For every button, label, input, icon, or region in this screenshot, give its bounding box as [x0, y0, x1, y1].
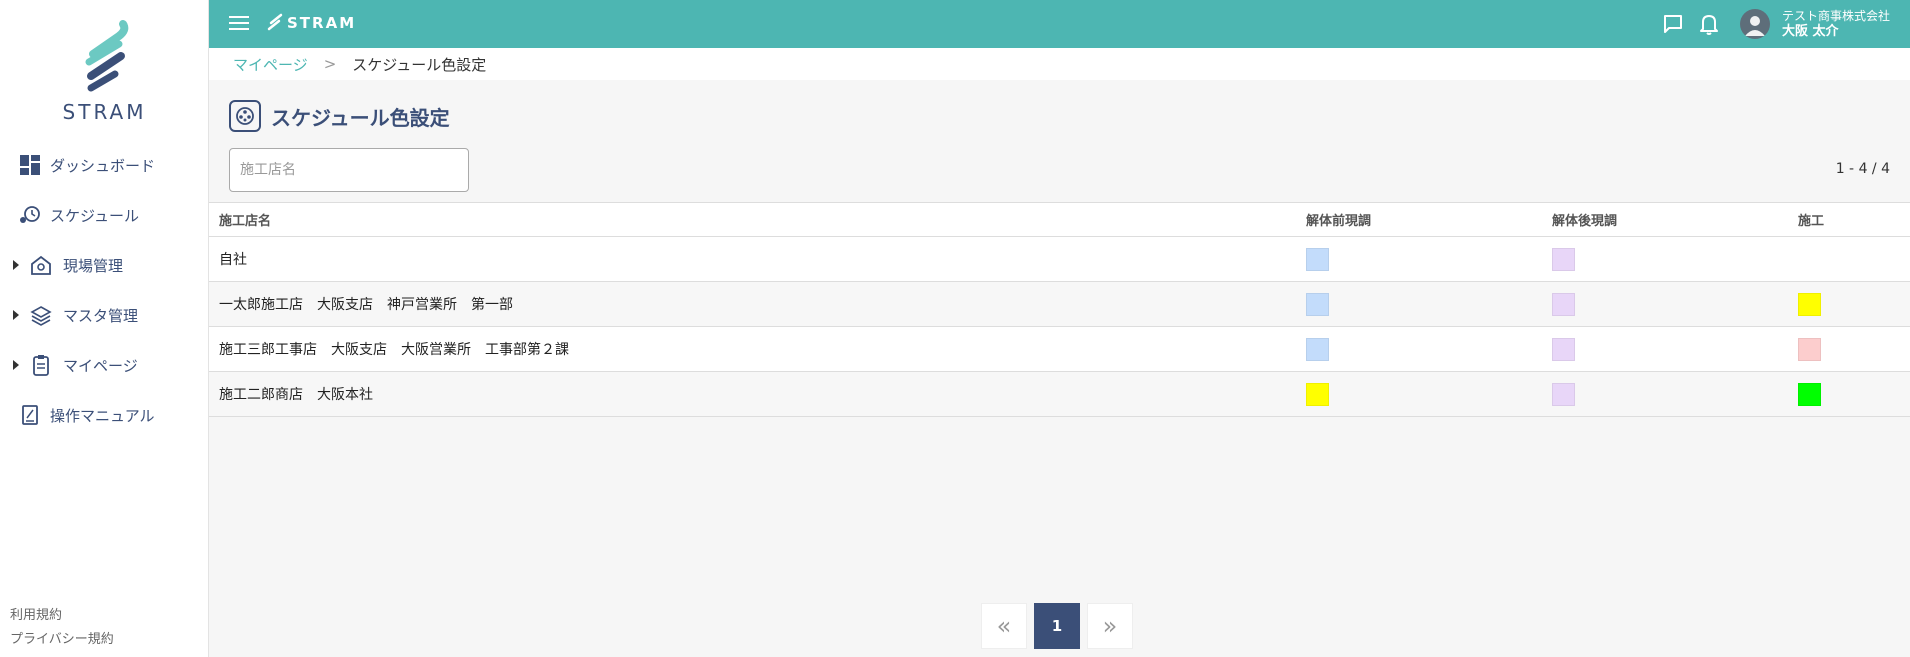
privacy-link[interactable]: プライバシー規約: [10, 628, 114, 652]
user-name: 大阪 太介: [1781, 24, 1839, 39]
column-header[interactable]: 施工店名: [209, 202, 1296, 237]
color-cell-after: [1542, 236, 1788, 282]
color-cell-before: [1296, 371, 1542, 417]
schedule-icon: [18, 203, 42, 227]
sidebar-item-label: 現場管理: [63, 256, 124, 275]
stram-logo-icon: [85, 20, 128, 92]
sidebar-logo[interactable]: STRAM: [0, 18, 209, 124]
company-name-cell: 一太郎施工店 大阪支店 神戸営業所 第一部: [209, 281, 1296, 327]
sidebar-item-label: マイページ: [63, 356, 138, 375]
color-cell-after: [1542, 371, 1788, 417]
sidebar: STRAM ダッシュボード スケジュール 現場管理 マスタ管理 マイページ 操作…: [0, 0, 209, 657]
sidebar-item-master-management[interactable]: マスタ管理: [0, 290, 209, 340]
layers-icon: [29, 303, 53, 327]
table-row[interactable]: 施工三郎工事店 大阪支店 大阪営業所 工事部第２課: [209, 326, 1910, 372]
sidebar-item-mypage[interactable]: マイページ: [0, 340, 209, 390]
breadcrumb: マイページ > スケジュール色設定: [209, 48, 1910, 80]
color-swatch[interactable]: [1552, 382, 1575, 406]
company-name-cell: 施工三郎工事店 大阪支店 大阪営業所 工事部第２課: [209, 326, 1296, 372]
color-swatch[interactable]: [1798, 337, 1821, 361]
caret-right-icon[interactable]: [13, 260, 19, 270]
caret-right-icon[interactable]: [13, 310, 19, 320]
sidebar-footer: 利用規約 プライバシー規約: [10, 604, 114, 652]
sidebar-item-manual[interactable]: 操作マニュアル: [0, 390, 209, 440]
company-name: テスト商事株式会社: [1781, 9, 1890, 23]
color-cell-before: [1296, 326, 1542, 372]
table-header-row: 施工店名 解体前現調 解体後現調 施工: [209, 202, 1910, 237]
next-page-button[interactable]: »: [1087, 603, 1133, 649]
menu-icon[interactable]: [229, 16, 249, 32]
top-header: STRAM テスト商事株式会社 大阪 太介: [209, 0, 1910, 48]
terms-link[interactable]: 利用規約: [10, 604, 114, 628]
page-title: スケジュール色設定: [271, 105, 450, 130]
column-header[interactable]: 施工: [1788, 202, 1910, 237]
manual-icon: [18, 403, 42, 427]
breadcrumb-current: スケジュール色設定: [352, 55, 487, 74]
color-cell-after: [1542, 281, 1788, 327]
stram-mark-icon: [267, 13, 283, 31]
sidebar-nav: ダッシュボード スケジュール 現場管理 マスタ管理 マイページ 操作マニュアル: [0, 140, 209, 440]
color-cell-after: [1542, 326, 1788, 372]
bell-icon[interactable]: [1696, 11, 1722, 37]
page-number-button[interactable]: 1: [1034, 603, 1080, 649]
table-row[interactable]: 施工二郎商店 大阪本社: [209, 371, 1910, 417]
breadcrumb-separator: >: [323, 55, 337, 73]
avatar[interactable]: [1739, 9, 1770, 39]
color-cell-work: [1788, 236, 1910, 282]
color-cell-work: [1788, 326, 1910, 372]
schedule-color-table: 施工店名 解体前現調 解体後現調 施工 自社 一太郎施工店 大阪支店 神戸営業所 …: [209, 202, 1910, 417]
prev-page-button[interactable]: «: [981, 603, 1027, 649]
column-header[interactable]: 解体後現調: [1542, 202, 1788, 237]
table-row[interactable]: 一太郎施工店 大阪支店 神戸営業所 第一部: [209, 281, 1910, 327]
caret-right-icon[interactable]: [13, 360, 19, 370]
color-swatch[interactable]: [1306, 382, 1329, 406]
sidebar-item-dashboard[interactable]: ダッシュボード: [0, 140, 209, 190]
header-right: テスト商事株式会社 大阪 太介: [1650, 6, 1890, 42]
user-info[interactable]: テスト商事株式会社 大阪 太介: [1782, 9, 1890, 39]
pagination: « 1 »: [981, 603, 1140, 649]
color-swatch[interactable]: [1552, 247, 1575, 271]
color-swatch[interactable]: [1798, 382, 1821, 406]
company-name-cell: 施工二郎商店 大阪本社: [209, 371, 1296, 417]
color-swatch[interactable]: [1306, 247, 1329, 271]
breadcrumb-mypage-link[interactable]: マイページ: [233, 54, 308, 75]
color-swatch[interactable]: [1552, 292, 1575, 316]
table-row[interactable]: 自社: [209, 236, 1910, 282]
search-input[interactable]: [229, 148, 469, 192]
color-cell-work: [1788, 371, 1910, 417]
color-swatch[interactable]: [1306, 337, 1329, 361]
color-cell-before: [1296, 281, 1542, 327]
sidebar-item-label: ダッシュボード: [50, 156, 156, 175]
color-swatch[interactable]: [1552, 337, 1575, 361]
company-name-cell: 自社: [209, 236, 1296, 282]
color-cell-work: [1788, 281, 1910, 327]
page-header: スケジュール色設定: [229, 100, 450, 132]
color-swatch[interactable]: [1798, 292, 1821, 316]
dashboard-icon: [18, 153, 42, 177]
site-icon: [29, 253, 53, 277]
sidebar-item-label: 操作マニュアル: [50, 406, 155, 425]
logo-text: STRAM: [62, 100, 147, 124]
header-logo-text: STRAM: [287, 14, 357, 32]
color-cell-before: [1296, 236, 1542, 282]
sidebar-item-label: マスタ管理: [63, 306, 139, 325]
chat-icon[interactable]: [1660, 11, 1686, 37]
header-logo[interactable]: STRAM: [267, 13, 356, 33]
sidebar-item-site-management[interactable]: 現場管理: [0, 240, 209, 290]
clipboard-icon: [29, 353, 53, 377]
result-count: 1 - 4 / 4: [1835, 161, 1890, 177]
sidebar-item-label: スケジュール: [50, 206, 139, 225]
column-header[interactable]: 解体前現調: [1296, 202, 1542, 237]
sidebar-item-schedule[interactable]: スケジュール: [0, 190, 209, 240]
color-swatch[interactable]: [1306, 292, 1329, 316]
schedule-color-icon: [229, 100, 261, 132]
